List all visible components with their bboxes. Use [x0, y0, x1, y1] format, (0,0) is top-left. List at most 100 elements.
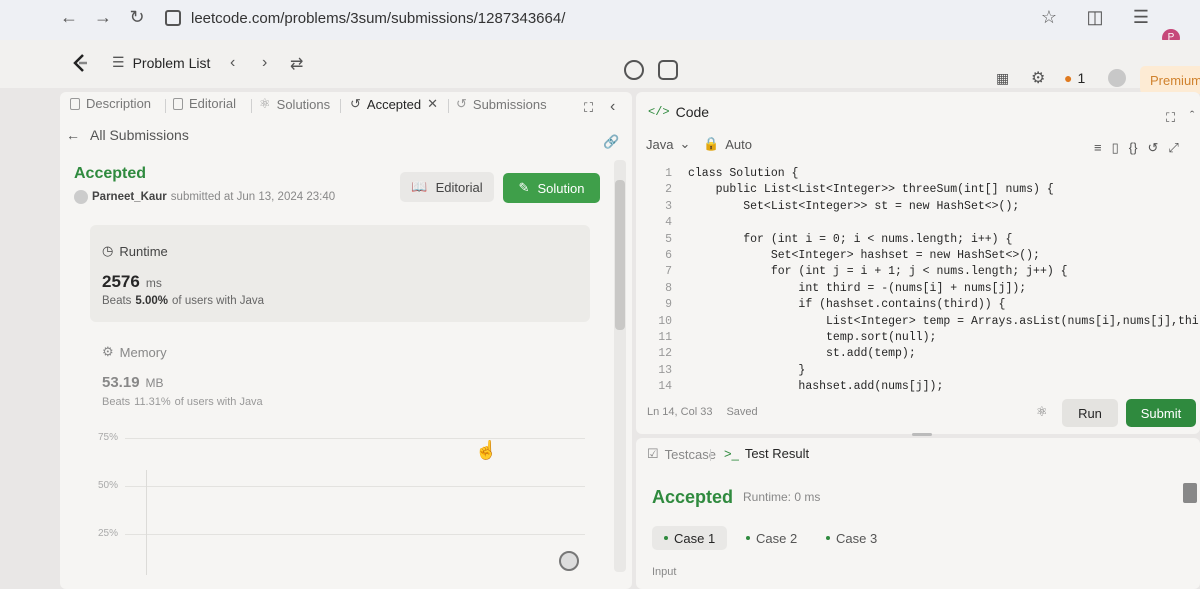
reset-icon[interactable]: ↺: [1147, 140, 1158, 156]
code-line[interactable]: 5 for (int i = 0; i < nums.length; i++) …: [640, 232, 1012, 248]
close-icon[interactable]: ✕: [427, 96, 438, 112]
solution-button[interactable]: ✎ Solution: [503, 173, 600, 203]
chevron-down-icon: ⌄: [679, 136, 691, 151]
runtime-card[interactable]: [90, 225, 590, 322]
format-icon[interactable]: ≡: [1094, 140, 1102, 156]
code-line[interactable]: 4: [640, 215, 688, 231]
memory-value-row: 53.19 MB: [102, 374, 164, 391]
clock-icon: ◷: [102, 243, 114, 258]
line-number: 4: [665, 216, 672, 230]
chart-axis: [146, 470, 147, 575]
tab-editorial[interactable]: Editorial: [173, 96, 236, 111]
tab-divider: [165, 99, 166, 113]
alarm-clock-icon[interactable]: [624, 60, 644, 80]
submit-button[interactable]: Submit: [1126, 399, 1196, 427]
user-avatar[interactable]: [1108, 69, 1126, 87]
history-icon: ↺: [456, 96, 467, 111]
line-text: }: [688, 363, 806, 377]
flask-icon: ⚛: [259, 96, 271, 111]
tab-test-result[interactable]: >_ Test Result: [724, 446, 809, 461]
floating-avatar[interactable]: [559, 551, 579, 571]
editorial-button[interactable]: 📖 Editorial: [400, 172, 494, 202]
code-line[interactable]: 1 class Solution {: [640, 166, 798, 182]
streak-count: 1: [1077, 70, 1086, 86]
all-submissions-link[interactable]: ← All Submissions: [66, 127, 189, 143]
code-line[interactable]: 14 hashset.add(nums[j]);: [640, 379, 943, 395]
code-line[interactable]: 6 Set<Integer> hashset = new HashSet<>()…: [640, 248, 1040, 264]
line-number: 8: [665, 281, 672, 295]
left-scrollbar[interactable]: [614, 160, 626, 572]
panel-resize-handle[interactable]: [912, 433, 932, 436]
bookmark-star-icon[interactable]: ☆: [1038, 6, 1060, 28]
code-line[interactable]: 13 }: [640, 363, 805, 379]
history-icon: ↺: [350, 96, 361, 111]
code-line[interactable]: 8 int third = -(nums[i] + nums[j]);: [640, 281, 1026, 297]
runtime-beats-pct: 5.00%: [135, 295, 169, 307]
tab-description-label: Description: [86, 96, 152, 111]
maximize-icon[interactable]: ⛶: [1166, 110, 1175, 126]
memory-header[interactable]: ⚙ Memory: [102, 344, 167, 360]
runtime-beats-prefix: Beats: [102, 295, 132, 307]
run-button[interactable]: Run: [1062, 399, 1118, 427]
maximize-icon[interactable]: ⛶: [584, 100, 593, 116]
code-tab[interactable]: </> Code: [648, 104, 709, 120]
test-scrollbar[interactable]: [1183, 483, 1197, 573]
code-line[interactable]: 11 temp.sort(null);: [640, 330, 936, 346]
premium-button[interactable]: Premium: [1140, 66, 1200, 94]
scroll-thumb[interactable]: [615, 180, 625, 330]
bookmark-icon[interactable]: ▯: [1112, 140, 1119, 156]
code-line[interactable]: 10 List<Integer> temp = Arrays.asList(nu…: [640, 314, 1200, 330]
collapse-up-chevron-icon[interactable]: ˆ: [1190, 108, 1194, 123]
scroll-thumb[interactable]: [1183, 483, 1197, 503]
input-label: Input: [652, 566, 677, 578]
extensions-icon[interactable]: ◫: [1084, 6, 1106, 28]
memory-beats-pct: 11.31%: [134, 396, 171, 408]
reload-icon[interactable]: ↻: [126, 6, 148, 28]
debug-icon[interactable]: ⚛: [1036, 404, 1048, 420]
expand-icon[interactable]: ⤢: [1168, 140, 1178, 156]
site-settings-icon[interactable]: [165, 10, 181, 26]
tab-editorial-label: Editorial: [189, 96, 236, 111]
case-1-tab[interactable]: Case 1: [652, 526, 728, 550]
code-line[interactable]: 2 public List<List<Integer>> threeSum(in…: [640, 182, 1054, 198]
terminal-icon: >_: [724, 446, 739, 461]
line-text: Set<List<Integer>> st = new HashSet<>();: [688, 199, 1020, 213]
tab-accepted[interactable]: ↺ Accepted ✕: [350, 96, 438, 112]
line-number: 1: [665, 167, 672, 180]
leetcode-logo-icon[interactable]: [70, 52, 92, 74]
tab-solutions[interactable]: ⚛ Solutions: [259, 96, 330, 112]
notes-icon[interactable]: [658, 60, 678, 80]
settings-gear-icon[interactable]: ⚙: [1031, 68, 1045, 88]
code-line[interactable]: 12 st.add(temp);: [640, 346, 916, 362]
submission-status: Accepted: [74, 165, 147, 182]
layout-grid-icon[interactable]: ▦: [996, 70, 1009, 87]
address-bar[interactable]: leetcode.com/problems/3sum/submissions/1…: [165, 6, 565, 30]
collapse-chevron-icon[interactable]: ‹: [610, 98, 615, 116]
problem-list-button[interactable]: ☰ Problem List: [112, 54, 210, 71]
code-line[interactable]: 3 Set<List<Integer>> st = new HashSet<>(…: [640, 199, 1019, 215]
tab-description[interactable]: Description: [70, 96, 151, 111]
case-2-tab[interactable]: Case 2: [734, 526, 809, 550]
mode-indicator[interactable]: 🔒 Auto: [703, 136, 752, 152]
line-number: 6: [665, 249, 672, 262]
back-arrow-icon[interactable]: ←: [58, 6, 80, 28]
share-link-icon[interactable]: 🔗: [603, 134, 619, 150]
code-line[interactable]: 7 for (int j = i + 1; j < nums.length; j…: [640, 264, 1067, 280]
hand-cursor-icon: ☝: [475, 440, 498, 460]
language-select[interactable]: Java ⌄: [646, 136, 690, 152]
next-problem-chevron-icon[interactable]: ›: [262, 54, 267, 72]
author-name[interactable]: Parneet_Kaur: [92, 191, 167, 203]
media-control-icon[interactable]: ☰: [1130, 6, 1152, 28]
case-3-tab[interactable]: Case 3: [814, 526, 889, 550]
memory-beats-suffix: of users with Java: [174, 396, 263, 408]
line-number: 11: [658, 331, 672, 344]
prev-problem-chevron-icon[interactable]: ‹: [230, 54, 235, 72]
shuffle-icon[interactable]: ⇄: [290, 54, 303, 74]
braces-icon[interactable]: {}: [1129, 140, 1138, 156]
tab-submissions[interactable]: ↺ Submissions: [456, 96, 547, 112]
tab-testcase[interactable]: ☑ Testcase: [647, 446, 716, 462]
forward-arrow-icon[interactable]: →: [92, 6, 114, 28]
runtime-beats-suffix: of users with Java: [172, 295, 265, 307]
code-line[interactable]: 9 if (hashset.contains(third)) {: [640, 297, 1005, 313]
streak-counter[interactable]: ● 1: [1064, 70, 1085, 86]
